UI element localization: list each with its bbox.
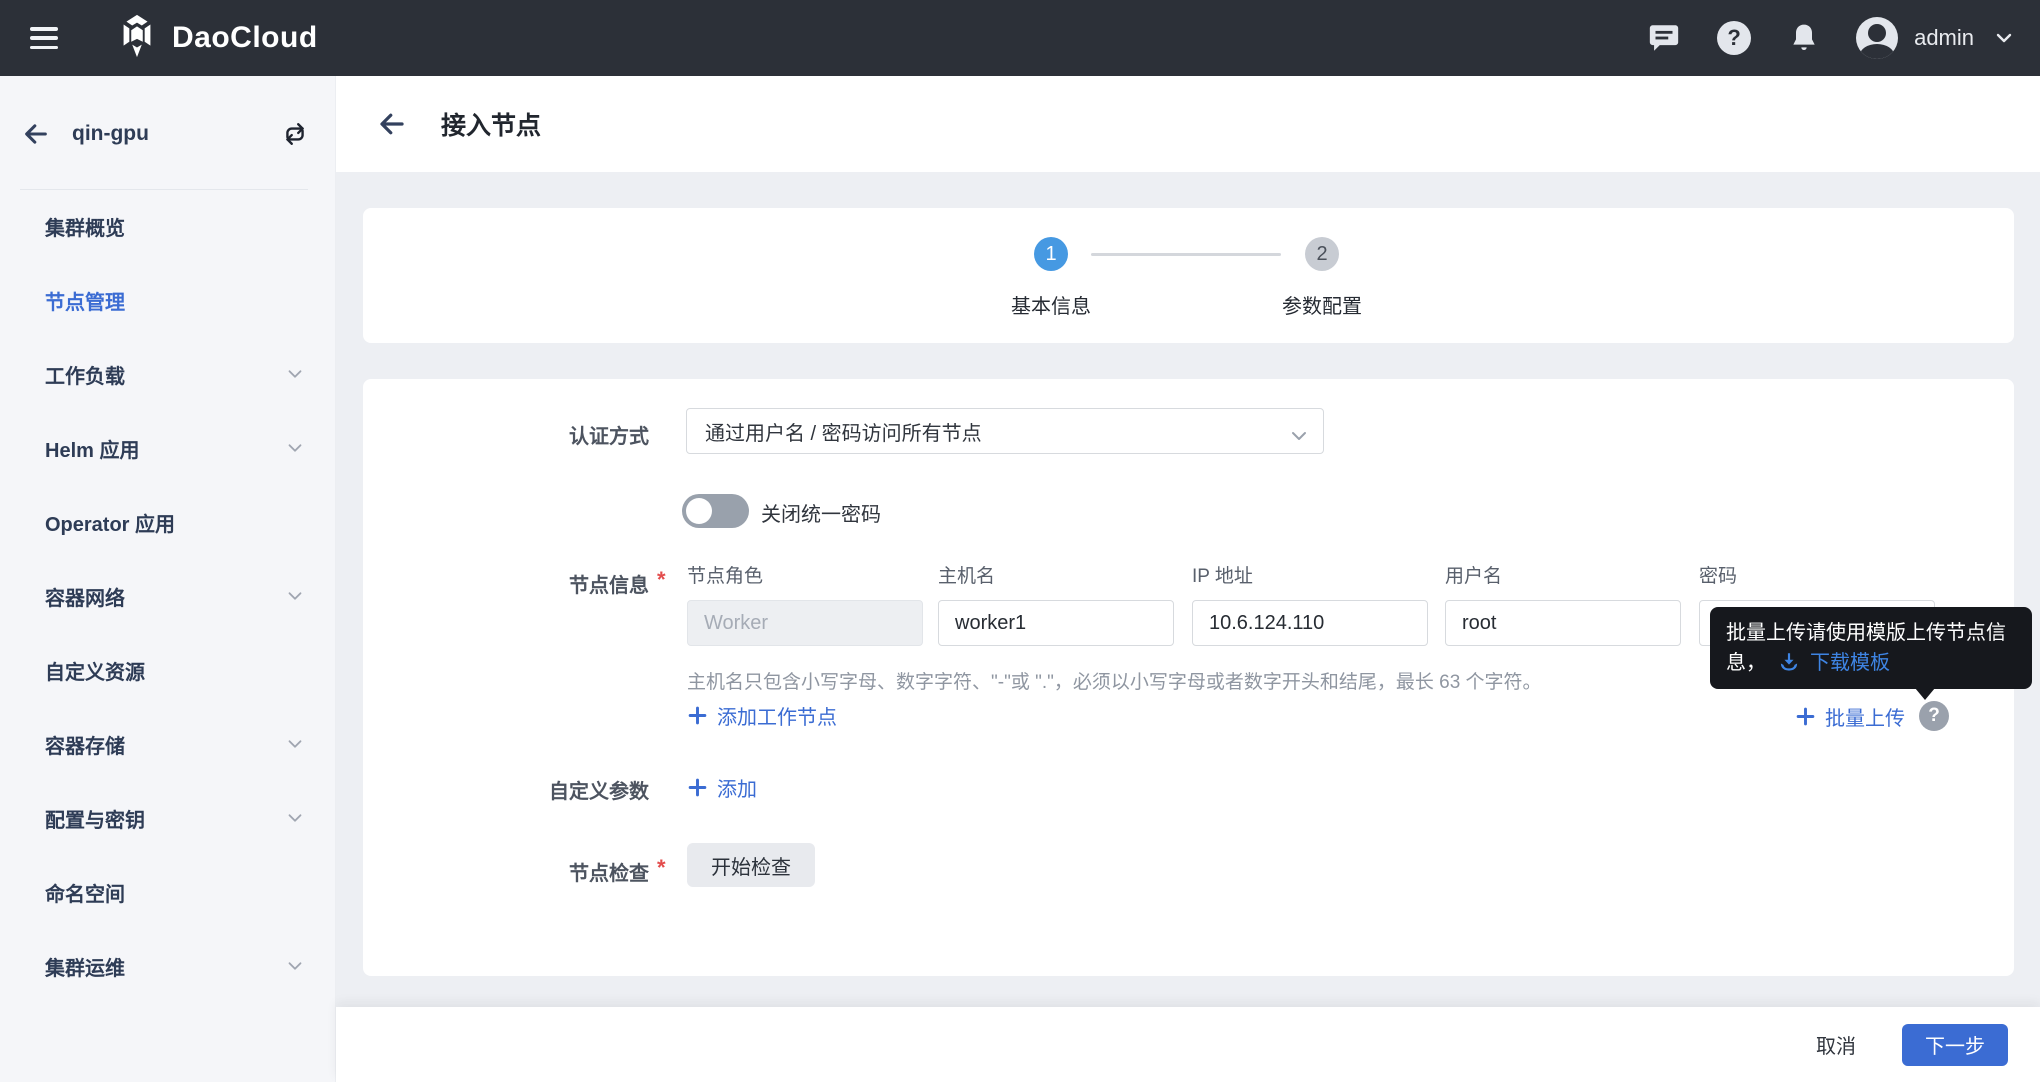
ip-address-input[interactable] [1192, 600, 1428, 646]
required-asterisk: * [657, 855, 666, 881]
username-input[interactable] [1445, 600, 1681, 646]
message-icon[interactable] [1646, 20, 1682, 56]
add-custom-param-link[interactable]: 添加 [687, 773, 757, 802]
menu-icon[interactable] [30, 27, 58, 49]
sidebar-item-cluster-overview[interactable]: 集群概览 [0, 189, 336, 263]
chevron-down-icon [284, 955, 306, 977]
node-role-input [687, 600, 923, 646]
sidebar-item-cluster-ops[interactable]: 集群运维 [0, 929, 336, 1003]
footer-bar: 取消 下一步 [336, 1007, 2040, 1082]
auth-method-label: 认证方式 [363, 420, 649, 449]
brand-name: DaoCloud [172, 21, 318, 55]
cluster-name: qin-gpu [72, 122, 149, 146]
chevron-down-icon [284, 437, 306, 459]
switch-cluster-icon[interactable] [282, 121, 308, 147]
plus-icon [687, 777, 708, 798]
step-2-label: 参数配置 [1252, 290, 1392, 319]
page-back-arrow-icon[interactable] [377, 109, 407, 139]
cancel-button[interactable]: 取消 [1816, 1030, 1856, 1059]
chevron-down-icon [284, 807, 306, 829]
sidebar-item-helm-apps[interactable]: Helm 应用 [0, 411, 336, 485]
plus-icon [687, 705, 708, 726]
step-connector [1091, 253, 1281, 256]
unified-password-toggle[interactable] [682, 494, 749, 528]
node-info-label: 节点信息 [363, 569, 649, 598]
username-header: 用户名 [1445, 561, 1502, 588]
sidebar-item-container-storage[interactable]: 容器存储 [0, 707, 336, 781]
username[interactable]: admin [1914, 25, 1974, 51]
batch-upload-tooltip: 批量上传请使用模版上传节点信 息， 下载模板 [1710, 607, 2032, 689]
sidebar-item-operator-apps[interactable]: Operator 应用 [0, 485, 336, 559]
daocloud-logo-icon [114, 13, 160, 64]
hostname-hint: 主机名只包含小写字母、数字字符、"-"或 "."，必须以小写字母或者数字开头和结… [687, 667, 1542, 694]
required-asterisk: * [657, 567, 666, 593]
avatar[interactable] [1856, 17, 1898, 59]
bell-icon[interactable] [1786, 20, 1822, 56]
download-template-link[interactable]: 下载模板 [1810, 648, 1890, 678]
chevron-down-icon [284, 733, 306, 755]
top-navbar: DaoCloud ? admin [0, 0, 2040, 76]
step-2-indicator: 2 [1305, 237, 1339, 271]
tooltip-arrow [1915, 688, 1935, 700]
page-title: 接入节点 [441, 106, 541, 142]
plus-icon [1795, 706, 1816, 727]
tooltip-line2-prefix: 息， [1726, 648, 1766, 678]
download-icon [1776, 650, 1802, 676]
brand: DaoCloud [114, 13, 318, 64]
step-1-indicator: 1 [1034, 237, 1068, 271]
node-role-header: 节点角色 [687, 561, 763, 588]
step-1-label: 基本信息 [981, 290, 1121, 319]
sidebar-back-arrow-icon[interactable] [22, 120, 50, 148]
chevron-down-icon [284, 585, 306, 607]
tooltip-line1: 批量上传请使用模版上传节点信 [1726, 618, 2016, 648]
next-step-button[interactable]: 下一步 [1902, 1024, 2008, 1066]
chevron-down-icon [284, 363, 306, 385]
ip-header: IP 地址 [1192, 561, 1253, 588]
custom-params-label: 自定义参数 [363, 775, 649, 804]
sidebar: qin-gpu 集群概览 节点管理 工作负载 Helm 应用 Operator … [0, 76, 336, 1082]
sidebar-menu: 集群概览 节点管理 工作负载 Helm 应用 Operator 应用 容器网络 … [0, 189, 336, 1003]
sidebar-item-custom-resources[interactable]: 自定义资源 [0, 633, 336, 707]
sidebar-item-workloads[interactable]: 工作负载 [0, 337, 336, 411]
page-header: 接入节点 [336, 76, 2040, 172]
start-check-button[interactable]: 开始检查 [687, 843, 815, 887]
batch-upload-link[interactable]: 批量上传 ? [1795, 701, 1949, 731]
hostname-header: 主机名 [938, 561, 995, 588]
sidebar-item-namespaces[interactable]: 命名空间 [0, 855, 336, 929]
unified-password-toggle-label: 关闭统一密码 [761, 498, 881, 527]
chevron-down-icon [1291, 425, 1307, 448]
hostname-input[interactable] [938, 600, 1174, 646]
user-menu-chevron-icon[interactable] [1992, 26, 2016, 50]
help-icon[interactable]: ? [1716, 20, 1752, 56]
add-worker-node-link[interactable]: 添加工作节点 [687, 701, 837, 730]
stepper-card: 1 2 基本信息 参数配置 [363, 208, 2014, 343]
password-header: 密码 [1699, 561, 1737, 588]
sidebar-item-container-network[interactable]: 容器网络 [0, 559, 336, 633]
node-check-label: 节点检查 [363, 857, 649, 886]
auth-method-select[interactable]: 通过用户名 / 密码访问所有节点 [686, 408, 1324, 454]
batch-upload-help-icon[interactable]: ? [1919, 701, 1949, 731]
sidebar-item-node-management[interactable]: 节点管理 [0, 263, 336, 337]
sidebar-item-config-secrets[interactable]: 配置与密钥 [0, 781, 336, 855]
